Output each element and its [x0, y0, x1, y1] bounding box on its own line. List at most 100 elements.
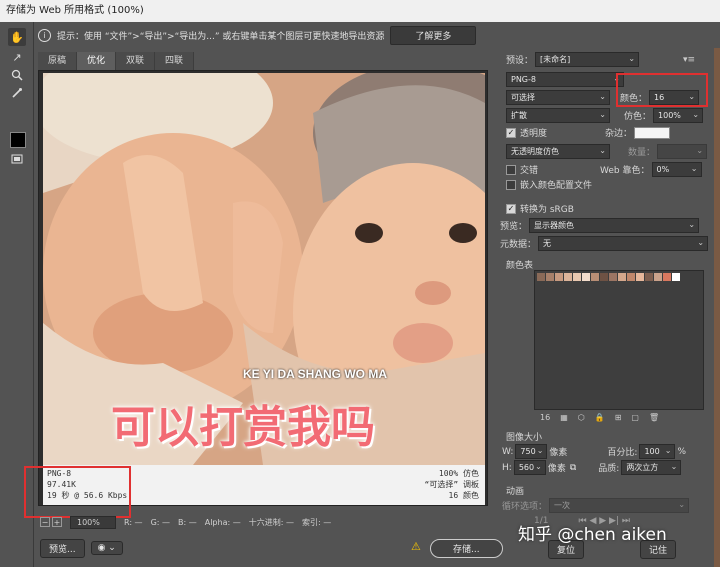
save-button[interactable]: 存储...	[430, 539, 503, 558]
width-label: W:	[502, 446, 514, 457]
palette-swatch[interactable]	[645, 273, 653, 281]
percent-unit: %	[677, 446, 687, 457]
readout-r: R: —	[124, 517, 143, 527]
info-palette: “可选择” 调板	[424, 480, 479, 489]
palette-swatch[interactable]	[618, 273, 626, 281]
quality-select[interactable]: 两次立方	[621, 460, 682, 475]
web-snap-select[interactable]: 0%	[651, 162, 702, 177]
amount-select[interactable]	[657, 144, 708, 159]
caption-chinese: 可以打赏我吗	[111, 402, 375, 453]
readout-index: 索引: —	[301, 517, 332, 527]
colors-highlight-box	[616, 73, 708, 107]
zoom-in-icon[interactable]: +	[52, 517, 62, 527]
learn-more-button[interactable]: 了解更多	[390, 25, 477, 45]
loop-select[interactable]: 一次	[549, 498, 690, 513]
loop-label: 循环选项：	[502, 502, 548, 512]
matte-swatch[interactable]	[634, 126, 671, 139]
interlaced-label: 交错	[520, 166, 539, 176]
tab-optimized[interactable]: 优化	[77, 52, 117, 70]
palette-swatch[interactable]	[627, 273, 635, 281]
lock-color-icon[interactable]: 🔒	[595, 413, 605, 422]
dither-algorithm-select[interactable]: 扩散	[506, 108, 610, 123]
hint-bar: i 提示：使用 “文件”>“导出”>“导出为...” 或右键单击某个图层可更快速…	[34, 22, 720, 48]
dither-amount-select[interactable]: 100%	[653, 108, 704, 123]
delete-color-icon[interactable]: 🗑	[649, 413, 659, 422]
palette-swatch[interactable]	[600, 273, 608, 281]
add-color-icon[interactable]: ⊞	[615, 413, 622, 422]
palette-swatch[interactable]	[564, 273, 572, 281]
palette-swatch[interactable]	[582, 273, 590, 281]
web-shift-icon[interactable]: ⬡	[578, 413, 585, 422]
browser-preview-icon[interactable]: ◉ ⌄	[90, 541, 123, 555]
embed-profile-checkbox[interactable]	[506, 179, 516, 190]
palette-swatch[interactable]	[591, 273, 599, 281]
preview-pane: KE YI DA SHANG WO MA 可以打赏我吗 PNG-8 97.41K…	[38, 70, 488, 506]
palette-swatch[interactable]	[537, 273, 545, 281]
height-unit: 像素	[547, 464, 566, 474]
eyedropper-tool-icon[interactable]	[8, 84, 26, 102]
percent-input[interactable]: 100	[639, 444, 676, 459]
dither-label: 仿色：	[624, 112, 652, 122]
animation-label: 动画	[506, 487, 525, 497]
percent-label: 百分比:	[607, 448, 638, 458]
preview-button[interactable]: 预览...	[40, 538, 85, 558]
interlaced-checkbox[interactable]	[506, 164, 516, 175]
settings-panel: 预设： [未命名] ▾≡ PNG-8 可选择 颜色： 16 扩散 仿色： 100…	[494, 48, 714, 538]
readout-alpha: Alpha: —	[204, 517, 241, 527]
zoom-out-icon[interactable]: −	[40, 517, 50, 527]
info-colors: 16 颜色	[448, 491, 479, 500]
transparency-label: 透明度	[520, 129, 548, 139]
image-size-label: 图像大小	[506, 433, 543, 443]
zoom-tool-icon[interactable]	[8, 66, 26, 84]
web-snap-label: Web 靠色：	[600, 166, 650, 176]
window-title: 存储为 Web 所用格式 (100%)	[0, 0, 720, 22]
eyedropper-color-swatch[interactable]	[10, 132, 26, 148]
tab-original[interactable]: 原稿	[38, 52, 78, 70]
caption-pinyin: KE YI DA SHANG WO MA	[243, 367, 388, 381]
readout-hex: 十六进制: —	[248, 517, 294, 527]
preview-image[interactable]: KE YI DA SHANG WO MA 可以打赏我吗	[43, 73, 485, 465]
width-unit: 像素	[549, 448, 568, 458]
background-photo-edge	[714, 48, 720, 567]
embed-profile-label: 嵌入颜色配置文件	[520, 181, 593, 191]
color-table[interactable]	[534, 270, 704, 410]
palette-swatch[interactable]	[654, 273, 662, 281]
palette-swatch[interactable]	[663, 273, 671, 281]
palette-swatch[interactable]	[672, 273, 680, 281]
convert-srgb-label: 转换为 sRGB	[520, 205, 574, 215]
zoom-select[interactable]: 100%	[70, 515, 116, 529]
preview-profile-select[interactable]: 显示器颜色	[529, 218, 700, 233]
transparency-checkbox[interactable]: ✓	[506, 127, 516, 138]
tab-2-up[interactable]: 双联	[116, 52, 156, 70]
hint-text: 提示：使用 “文件”>“导出”>“导出为...” 或右键单击某个图层可更快速地导…	[57, 31, 385, 42]
tab-4-up[interactable]: 四联	[155, 52, 195, 70]
constrain-link-icon[interactable]: ⧉	[570, 463, 576, 473]
height-label: H:	[502, 462, 512, 473]
reduction-select[interactable]: 可选择	[506, 90, 610, 105]
readout-g: G: —	[150, 517, 170, 527]
readout-b: B: —	[178, 517, 197, 527]
new-color-icon[interactable]: ▢	[631, 413, 639, 422]
transparency-dither-select[interactable]: 无透明度仿色	[506, 144, 610, 159]
metadata-select[interactable]: 无	[538, 236, 709, 251]
toggle-slices-icon[interactable]	[8, 150, 26, 168]
view-tabs: 原稿 优化 双联 四联	[38, 52, 195, 70]
preset-menu-icon[interactable]: ▾≡	[683, 55, 695, 65]
map-transparent-icon[interactable]: ▦	[560, 413, 568, 422]
palette-swatch[interactable]	[546, 273, 554, 281]
color-table-swatches	[535, 271, 703, 283]
amount-label: 数量：	[628, 148, 656, 158]
convert-srgb-checkbox[interactable]: ✓	[506, 203, 516, 214]
palette-swatch[interactable]	[555, 273, 563, 281]
hand-tool-icon[interactable]: ✋	[8, 28, 26, 46]
width-input[interactable]: 750	[515, 444, 548, 459]
palette-swatch[interactable]	[573, 273, 581, 281]
info-highlight-box	[24, 466, 131, 518]
palette-swatch[interactable]	[609, 273, 617, 281]
format-select[interactable]: PNG-8	[506, 72, 624, 87]
preset-select[interactable]: [未命名]	[535, 52, 640, 67]
palette-swatch[interactable]	[636, 273, 644, 281]
preview-profile-label: 预览：	[500, 222, 528, 232]
height-input[interactable]: 560	[513, 460, 546, 475]
slice-select-tool-icon[interactable]: ↗	[8, 48, 26, 66]
